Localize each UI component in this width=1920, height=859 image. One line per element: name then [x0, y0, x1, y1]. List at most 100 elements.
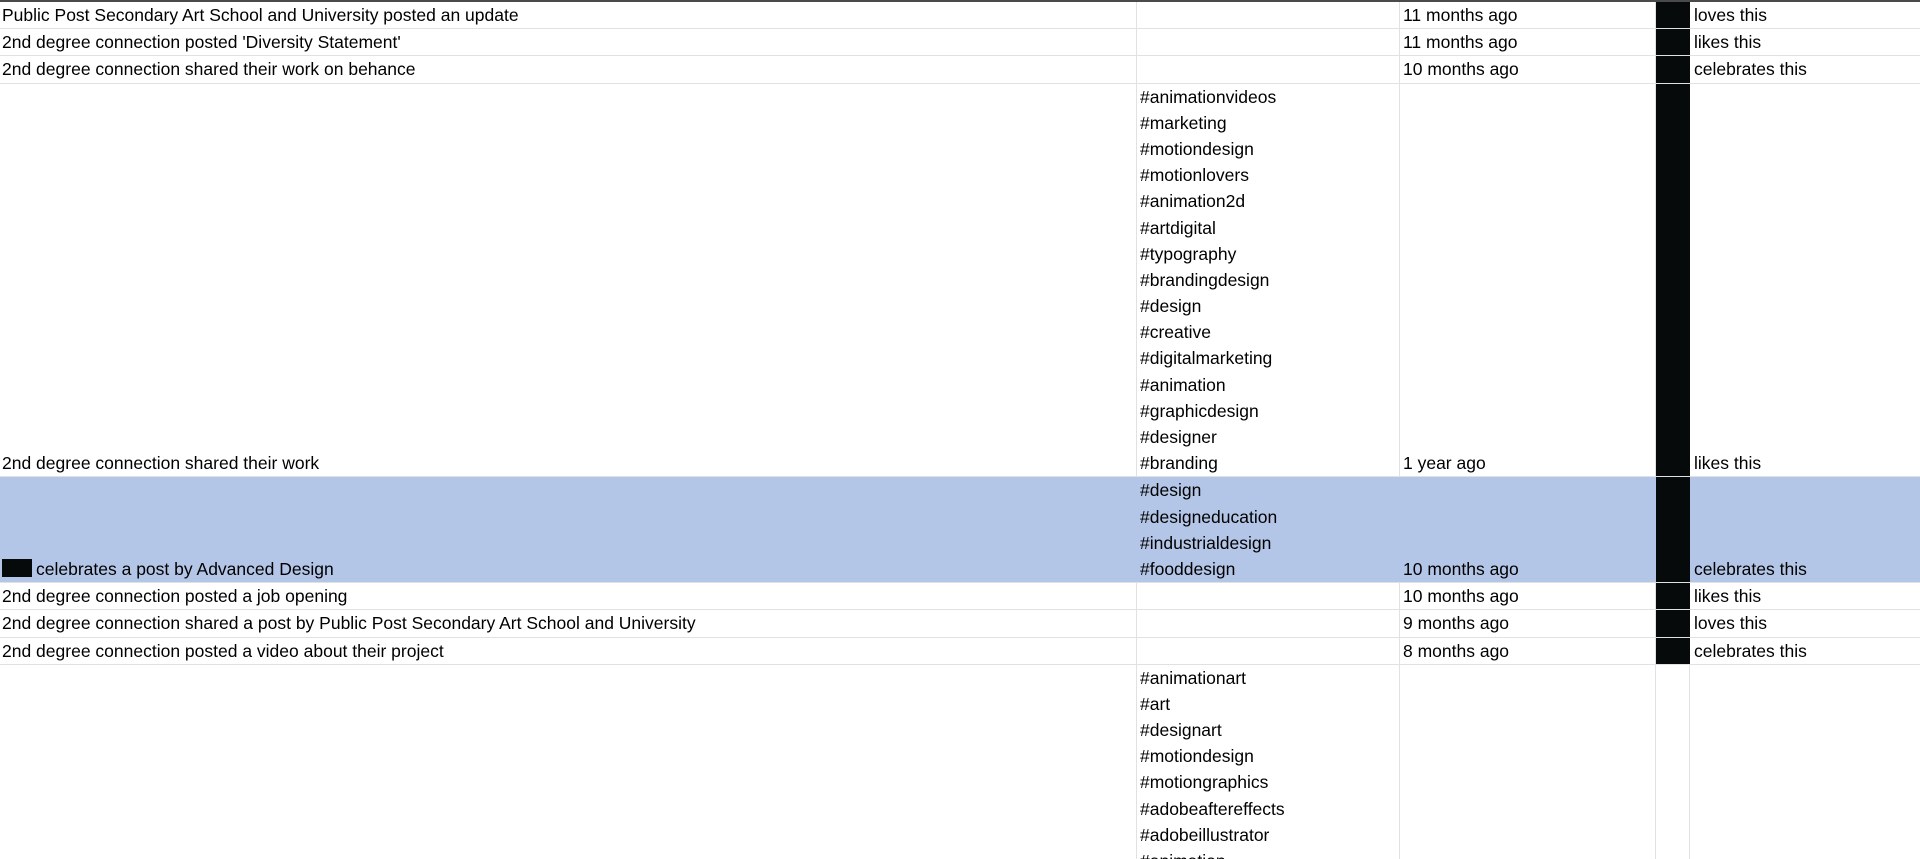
- hashtags-cell[interactable]: #animationvideos #marketing #motiondesig…: [1137, 83, 1400, 477]
- reaction-text: likes this: [1694, 32, 1762, 53]
- hashtag-text: #motiongraphics: [1140, 772, 1269, 793]
- redacted-name-block: [2, 559, 32, 578]
- hashtag-text: #adobeillustrator: [1140, 824, 1270, 845]
- activity-line: celebrates a post by Advanced Design: [2, 556, 1136, 582]
- reaction-text: loves this: [1694, 613, 1767, 634]
- time-cell[interactable]: 11 months ago: [1400, 2, 1656, 29]
- time-text: 10 months ago: [1403, 586, 1519, 607]
- hashtag-text: #animation: [1140, 374, 1226, 395]
- time-cell[interactable]: 10 months ago: [1400, 477, 1656, 583]
- reaction-cell[interactable]: loves this: [1690, 610, 1920, 636]
- redacted-name-cell: [1656, 583, 1690, 610]
- hashtag-text: #motiondesign: [1140, 746, 1254, 767]
- hashtag-text: #animationvideos: [1140, 86, 1277, 107]
- hashtags-cell[interactable]: [1137, 56, 1400, 83]
- table-row[interactable]: 2nd degree connection shared their work …: [0, 56, 1920, 84]
- table-row[interactable]: 2nd degree connection shared their work …: [0, 83, 1920, 478]
- reaction-text: loves this: [1694, 5, 1767, 25]
- hashtag-text: #typography: [1140, 243, 1237, 264]
- hashtag-text: #digitalmarketing: [1140, 348, 1273, 369]
- activity-text: 2nd degree connection shared their work …: [2, 59, 416, 80]
- reaction-cell[interactable]: likes this: [1690, 84, 1920, 477]
- hashtag-text: #design: [1140, 296, 1202, 317]
- hashtag-text: #designeducation: [1140, 506, 1278, 527]
- reaction-cell[interactable]: likes this: [1690, 29, 1920, 55]
- spreadsheet-grid: Public Post Secondary Art School and Uni…: [0, 0, 1920, 859]
- activity-text: 2nd degree connection posted a video abo…: [2, 640, 444, 661]
- time-cell[interactable]: 11 months ago: [1400, 29, 1656, 56]
- table-row[interactable]: 2nd degree connection posted 'Diversity …: [0, 29, 1920, 57]
- activity-text: 2nd degree connection posted a job openi…: [2, 586, 348, 607]
- hashtags-cell[interactable]: #animationart #art #designart #motiondes…: [1137, 664, 1400, 859]
- reaction-cell[interactable]: celebrates this: [1690, 638, 1920, 664]
- activity-text: 2nd degree connection posted 'Diversity …: [2, 32, 401, 53]
- hashtag-text: #fooddesign: [1140, 558, 1236, 579]
- time-text: 9 months ago: [1403, 613, 1510, 634]
- time-text: 11 months ago: [1403, 5, 1518, 25]
- activity-text: celebrates a post by Advanced Design: [36, 558, 334, 579]
- activity-cell[interactable]: Public Post Secondary Art School and Uni…: [0, 2, 1137, 29]
- table-row[interactable]: 2nd degree connection shared a post by P…: [0, 610, 1920, 638]
- time-text: 10 months ago: [1403, 558, 1519, 579]
- name-cell[interactable]: [1656, 664, 1690, 859]
- time-cell[interactable]: [1400, 664, 1656, 859]
- table-row[interactable]: 2nd degree connection posted a job openi…: [0, 583, 1920, 611]
- table-row[interactable]: Public Post Secondary Art School and Uni…: [0, 2, 1920, 30]
- time-text: 11 months ago: [1403, 32, 1518, 53]
- reaction-cell[interactable]: [1690, 665, 1920, 859]
- hashtags-cell[interactable]: [1137, 610, 1400, 637]
- hashtags-cell[interactable]: [1137, 583, 1400, 610]
- hashtags-cell[interactable]: [1137, 29, 1400, 56]
- time-text: 8 months ago: [1403, 640, 1510, 661]
- time-cell[interactable]: 9 months ago: [1400, 610, 1656, 637]
- redacted-name-cell: [1656, 610, 1690, 637]
- reaction-cell[interactable]: celebrates this: [1690, 477, 1920, 582]
- hashtag-text: #adobeaftereffects: [1140, 798, 1285, 819]
- hashtag-text: #industrialdesign: [1140, 532, 1272, 553]
- activity-cell[interactable]: 2nd degree connection posted 'Diversity …: [0, 29, 1137, 56]
- hashtag-text: #motionlovers: [1140, 165, 1249, 186]
- redacted-name-cell: [1656, 477, 1690, 583]
- activity-cell[interactable]: 2nd degree connection shared their work …: [0, 56, 1137, 83]
- time-cell[interactable]: 10 months ago: [1400, 583, 1656, 610]
- redacted-name-cell: [1656, 637, 1690, 664]
- hashtag-text: #marketing: [1140, 112, 1227, 133]
- hashtag-text: #branding: [1140, 453, 1218, 474]
- reaction-text: [1694, 848, 1920, 859]
- activity-cell[interactable]: 2nd degree connection shared a post by P…: [0, 610, 1137, 637]
- hashtag-text: #designer: [1140, 427, 1217, 447]
- reaction-cell[interactable]: likes this: [1690, 583, 1920, 609]
- hashtag-text: #animationart: [1140, 667, 1247, 688]
- redacted-name-cell: [1656, 56, 1690, 83]
- time-cell[interactable]: 8 months ago: [1400, 637, 1656, 664]
- hashtags-cell[interactable]: #design #designeducation #industrialdesi…: [1137, 477, 1400, 583]
- reaction-cell[interactable]: loves this: [1690, 2, 1920, 28]
- activity-cell[interactable]: 2nd degree connection posted a job openi…: [0, 583, 1137, 610]
- redacted-name-cell: [1656, 29, 1690, 56]
- time-cell[interactable]: 1 year ago: [1400, 83, 1656, 477]
- hashtags-cell[interactable]: [1137, 2, 1400, 29]
- time-cell[interactable]: 10 months ago: [1400, 56, 1656, 83]
- time-text: 1 year ago: [1403, 453, 1486, 474]
- hashtag-text: #animation2d: [1140, 191, 1246, 212]
- hashtags-cell[interactable]: [1137, 637, 1400, 664]
- table-row[interactable]: 2nd degree connection posted a video abo…: [0, 637, 1920, 665]
- redacted-name-cell: [1656, 83, 1690, 477]
- activity-cell[interactable]: 2nd degree connection posted a video abo…: [0, 637, 1137, 664]
- activity-text: [2, 665, 1136, 691]
- hashtag-text: #motiondesign: [1140, 138, 1254, 159]
- reaction-text: celebrates this: [1694, 558, 1807, 579]
- activity-text: 2nd degree connection shared a post by P…: [2, 613, 696, 634]
- activity-cell[interactable]: [0, 664, 1137, 859]
- hashtag-text: #designart: [1140, 720, 1222, 741]
- hashtag-text: #design: [1140, 480, 1202, 501]
- hashtag-text: #brandingdesign: [1140, 269, 1270, 290]
- activity-text: Public Post Secondary Art School and Uni…: [2, 5, 519, 25]
- reaction-cell[interactable]: celebrates this: [1690, 56, 1920, 82]
- reaction-text: celebrates this: [1694, 59, 1807, 80]
- table-row[interactable]: #animationart #art #designart #motiondes…: [0, 664, 1920, 859]
- activity-cell[interactable]: celebrates a post by Advanced Design: [0, 477, 1137, 583]
- redacted-name-cell: [1656, 2, 1690, 29]
- table-row-selected[interactable]: celebrates a post by Advanced Design #de…: [0, 477, 1920, 584]
- activity-cell[interactable]: 2nd degree connection shared their work: [0, 83, 1137, 477]
